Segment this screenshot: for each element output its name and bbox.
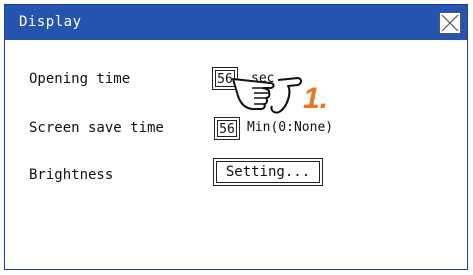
- display-dialog: Display Opening time 56 sec Screen save …: [4, 4, 468, 270]
- brightness-setting-label: Setting...: [216, 161, 320, 183]
- title-bar: Display: [5, 5, 467, 40]
- opening-time-label: Opening time: [29, 71, 131, 87]
- close-icon: [441, 14, 459, 32]
- brightness-setting-button[interactable]: Setting...: [213, 158, 323, 186]
- screen-save-time-unit: Min(0:None): [247, 120, 334, 135]
- dialog-title: Display: [19, 14, 82, 30]
- screen-save-time-label: Screen save time: [29, 120, 164, 136]
- step-number-annotation: 1.: [303, 82, 329, 115]
- pointing-hand-icon: [232, 77, 302, 114]
- brightness-label: Brightness: [29, 167, 114, 183]
- close-button[interactable]: [439, 12, 461, 34]
- screen-save-time-input[interactable]: 56: [214, 117, 240, 140]
- screen-save-time-value: 56: [217, 120, 237, 137]
